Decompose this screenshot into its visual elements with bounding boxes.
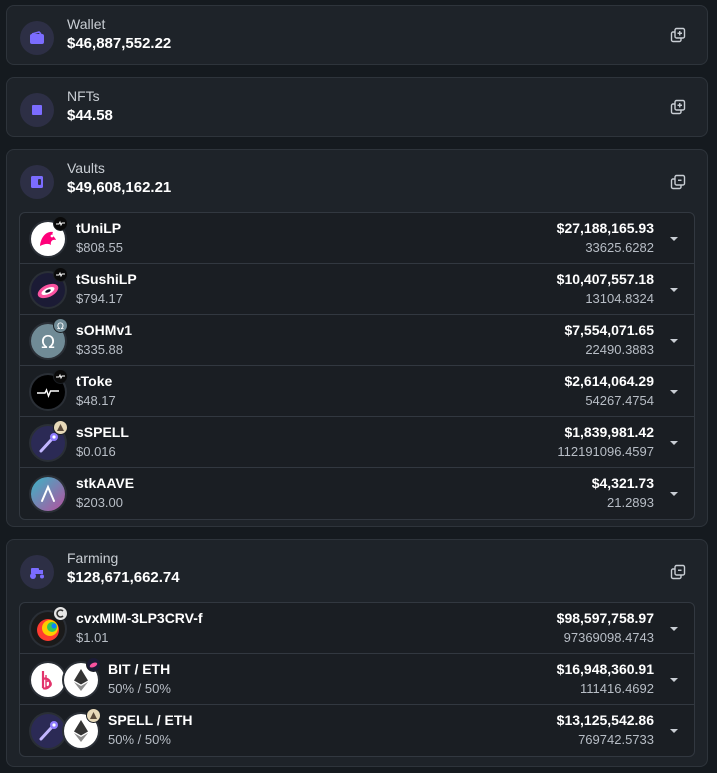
wallet-header: Wallet $46,887,552.22 [7, 6, 707, 72]
vaults-label: Vaults [67, 160, 105, 176]
token-price: $1.01 [76, 630, 109, 645]
token-name: tToke [76, 373, 113, 389]
vaults-total: $49,608,162.21 [67, 179, 172, 196]
nfts-header: NFTs $44.58 [7, 78, 707, 144]
vault-icon [20, 165, 54, 199]
token-price: $794.17 [76, 291, 123, 306]
chevron-down-icon[interactable] [669, 489, 679, 499]
wallet-total: $46,887,552.22 [67, 35, 172, 52]
token-amount: 33625.6282 [585, 240, 654, 255]
token-amount: 54267.4754 [585, 393, 654, 408]
chevron-down-icon[interactable] [669, 675, 679, 685]
bitdao-icon [31, 663, 65, 697]
token-name: tUniLP [76, 220, 122, 236]
token-amount: 13104.8324 [585, 291, 654, 306]
token-amount: 22490.3883 [585, 342, 654, 357]
chevron-down-icon[interactable] [669, 726, 679, 736]
tokemak-badge-icon [53, 267, 68, 282]
list-item[interactable]: tToke $48.17 $2,614,064.29 54267.4754 [20, 366, 694, 417]
list-item[interactable]: BIT / ETH 50% / 50% $16,948,360.91 11141… [20, 654, 694, 705]
farming-card: Farming $128,671,662.74 cvxMIM-3LP3CRV-f… [6, 539, 708, 767]
wallet-label: Wallet [67, 16, 106, 32]
list-item[interactable]: cvxMIM-3LP3CRV-f $1.01 $98,597,758.97 97… [20, 603, 694, 654]
token-value: $16,948,360.91 [556, 661, 654, 677]
chevron-down-icon[interactable] [669, 387, 679, 397]
token-name: tSushiLP [76, 271, 137, 287]
nft-square-icon [20, 93, 54, 127]
copy-icon[interactable] [669, 26, 687, 44]
aave-icon [31, 477, 65, 511]
token-value: $98,597,758.97 [556, 610, 654, 626]
token-name: BIT / ETH [108, 661, 171, 677]
chevron-down-icon[interactable] [669, 336, 679, 346]
nfts-label: NFTs [67, 88, 100, 104]
token-value: $2,614,064.29 [564, 373, 654, 389]
token-price: $48.17 [76, 393, 116, 408]
token-amount: 112191096.4597 [557, 444, 654, 459]
token-price: $203.00 [76, 495, 123, 510]
token-value: $1,839,981.42 [564, 424, 654, 440]
abracadabra-badge-icon [53, 420, 68, 435]
token-value: $4,321.73 [591, 475, 654, 491]
tokemak-badge-icon [53, 216, 68, 231]
nfts-total: $44.58 [67, 107, 113, 124]
list-item[interactable]: stkAAVE $203.00 $4,321.73 21.2893 [20, 468, 694, 519]
wallet-icon [20, 21, 54, 55]
olympus-badge-icon: Ω [53, 318, 68, 333]
token-name: cvxMIM-3LP3CRV-f [76, 610, 203, 626]
token-name: stkAAVE [76, 475, 135, 491]
token-name: sSPELL [76, 424, 129, 440]
token-price: 50% / 50% [108, 681, 171, 696]
copy-icon[interactable] [669, 98, 687, 116]
token-price: $335.88 [76, 342, 123, 357]
list-item[interactable]: Ω Ω sOHMv1 $335.88 $7,554,071.65 22490.3… [20, 315, 694, 366]
vaults-list: tUniLP $808.55 $27,188,165.93 33625.6282… [19, 212, 695, 520]
list-item[interactable]: SPELL / ETH 50% / 50% $13,125,542.86 769… [20, 705, 694, 756]
token-amount: 21.2893 [607, 495, 654, 510]
token-name: sOHMv1 [76, 322, 133, 338]
chevron-down-icon[interactable] [669, 624, 679, 634]
token-amount: 111416.4692 [580, 681, 654, 696]
svg-text:Ω: Ω [57, 322, 64, 331]
token-value: $27,188,165.93 [556, 220, 654, 236]
farming-list: cvxMIM-3LP3CRV-f $1.01 $98,597,758.97 97… [19, 602, 695, 757]
token-amount: 769742.5733 [578, 732, 654, 747]
list-item[interactable]: sSPELL $0.016 $1,839,981.42 112191096.45… [20, 417, 694, 468]
wallet-card: Wallet $46,887,552.22 [6, 5, 708, 65]
token-amount: 97369098.4743 [563, 630, 654, 645]
tractor-icon [20, 555, 54, 589]
token-value: $13,125,542.86 [556, 712, 654, 728]
token-price: $808.55 [76, 240, 123, 255]
svg-text:Ω: Ω [41, 332, 55, 353]
tokemak-badge-icon [53, 369, 68, 384]
farming-label: Farming [67, 550, 119, 566]
chevron-down-icon[interactable] [669, 234, 679, 244]
sushi-badge-icon [86, 657, 101, 672]
token-value: $10,407,557.18 [556, 271, 654, 287]
token-price: $0.016 [76, 444, 116, 459]
abracadabra-badge-icon [86, 708, 101, 723]
nfts-card: NFTs $44.58 [6, 77, 708, 137]
convex-badge-icon [53, 606, 68, 621]
vaults-header: Vaults $49,608,162.21 [7, 150, 707, 216]
farming-header: Farming $128,671,662.74 [7, 540, 707, 606]
copy-icon[interactable] [669, 173, 687, 191]
chevron-down-icon[interactable] [669, 285, 679, 295]
list-item[interactable]: tSushiLP $794.17 $10,407,557.18 13104.83… [20, 264, 694, 315]
token-price: 50% / 50% [108, 732, 171, 747]
vaults-card: Vaults $49,608,162.21 tUniLP $808.55 $27… [6, 149, 708, 527]
copy-icon[interactable] [669, 563, 687, 581]
farming-total: $128,671,662.74 [67, 569, 180, 586]
token-value: $7,554,071.65 [564, 322, 654, 338]
chevron-down-icon[interactable] [669, 438, 679, 448]
list-item[interactable]: tUniLP $808.55 $27,188,165.93 33625.6282 [20, 213, 694, 264]
token-name: SPELL / ETH [108, 712, 193, 728]
spell-icon [31, 714, 65, 748]
